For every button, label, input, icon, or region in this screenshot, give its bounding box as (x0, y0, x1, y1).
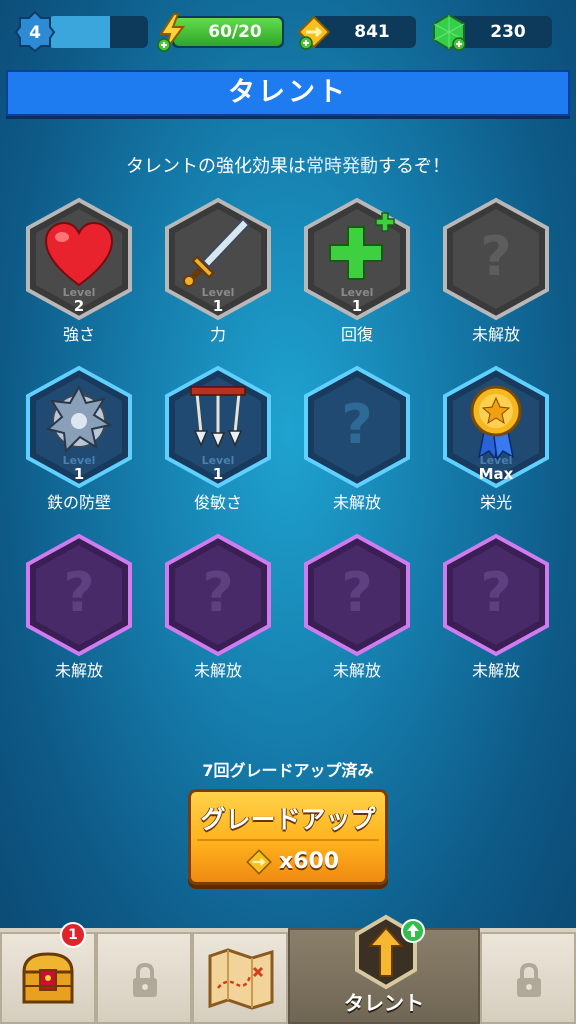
talent-level: 1 (351, 297, 363, 315)
status-bar: 4 60/20 841 230 (0, 0, 576, 64)
nav-chest[interactable] (0, 932, 96, 1024)
talent-slot[interactable]: ? 未解放 (24, 533, 134, 680)
gold-coin-icon (246, 849, 272, 875)
gold-value: 841 (354, 22, 390, 42)
talent-name: 俊敏さ (193, 493, 242, 512)
talent-slot[interactable]: ? 未解放 (163, 533, 273, 680)
xp-bar (48, 16, 148, 48)
talent-name: 未解放 (471, 661, 520, 680)
talent-slot[interactable]: ? 未解放 (302, 533, 412, 680)
treasure-map-icon (208, 948, 274, 1010)
nav-locked-1[interactable] (96, 932, 192, 1024)
lock-icon (133, 962, 157, 997)
talent-name: 回復 (340, 325, 373, 344)
talent-name: 鉄の防壁 (46, 493, 111, 512)
question-mark-icon: ? (341, 561, 373, 624)
highlight-text: 常時発動 (306, 156, 378, 177)
talent-slot[interactable]: ? 未解放 (441, 197, 551, 344)
xp-bar-fill (48, 16, 110, 48)
player-level-badge-icon: 4 (14, 10, 56, 52)
green-gem-icon[interactable] (430, 12, 468, 52)
page-title: タレント (6, 70, 570, 116)
talent-name: 未解放 (332, 661, 381, 680)
question-mark-icon: ? (202, 561, 234, 624)
question-mark-icon: ? (341, 393, 373, 456)
notification-badge: 1 (60, 922, 86, 948)
energy-value: 60/20 (208, 22, 262, 42)
talent-slot[interactable]: ? 未解放 (302, 365, 412, 512)
player-level: 4 (29, 23, 41, 43)
energy-bolt-icon[interactable] (156, 12, 188, 52)
talent-name: 未解放 (332, 493, 381, 512)
talent-slot[interactable]: ? 未解放 (441, 533, 551, 680)
talent-level: Max (478, 465, 514, 483)
talent-slot[interactable]: Level 2 強さ (24, 197, 134, 344)
talent-description: タレントの強化効果は常時発動するぞ！ (126, 156, 450, 177)
gold-coin-icon[interactable] (296, 14, 332, 50)
talent-name: 栄光 (479, 493, 512, 512)
talent-slot[interactable]: Level 1 力 (163, 197, 273, 344)
nav-map[interactable] (192, 932, 288, 1024)
talent-level: 2 (73, 297, 85, 315)
talent-slot[interactable]: Level Max 栄光 (441, 365, 551, 512)
nav-talent[interactable]: タレント (288, 914, 480, 1024)
talent-level: 1 (212, 465, 224, 483)
talent-name: 未解放 (193, 661, 242, 680)
question-mark-icon: ? (63, 561, 95, 624)
energy-bar[interactable]: 60/20 (172, 16, 284, 48)
talent-level: 1 (212, 297, 224, 315)
upgrade-count: 7回グレードアップ済み (202, 761, 374, 780)
question-mark-icon: ? (480, 561, 512, 624)
talent-name: 未解放 (471, 325, 520, 344)
gem-value: 230 (490, 22, 526, 42)
talent-name: 未解放 (54, 661, 103, 680)
lock-icon (517, 962, 541, 997)
talent-slot[interactable]: Level 1 俊敏さ (163, 365, 273, 512)
treasure-chest-icon (22, 952, 74, 1004)
talent-name: 強さ (62, 325, 95, 344)
grade-up-label: グレードアップ (200, 805, 376, 834)
talent-name: 力 (209, 325, 226, 344)
question-mark-icon: ? (480, 225, 512, 288)
talent-slot[interactable]: Level 1 回復 (302, 197, 412, 344)
talent-slot[interactable]: Level 1 鉄の防壁 (24, 365, 134, 512)
nav-locked-2[interactable] (480, 932, 576, 1024)
grade-up-cost: x600 (279, 849, 340, 874)
upgrade-available-icon (401, 919, 425, 943)
nav-talent-label: タレント (344, 991, 424, 1015)
grade-up-button[interactable]: グレードアップ x600 (188, 789, 388, 885)
talent-level: 1 (73, 465, 85, 483)
